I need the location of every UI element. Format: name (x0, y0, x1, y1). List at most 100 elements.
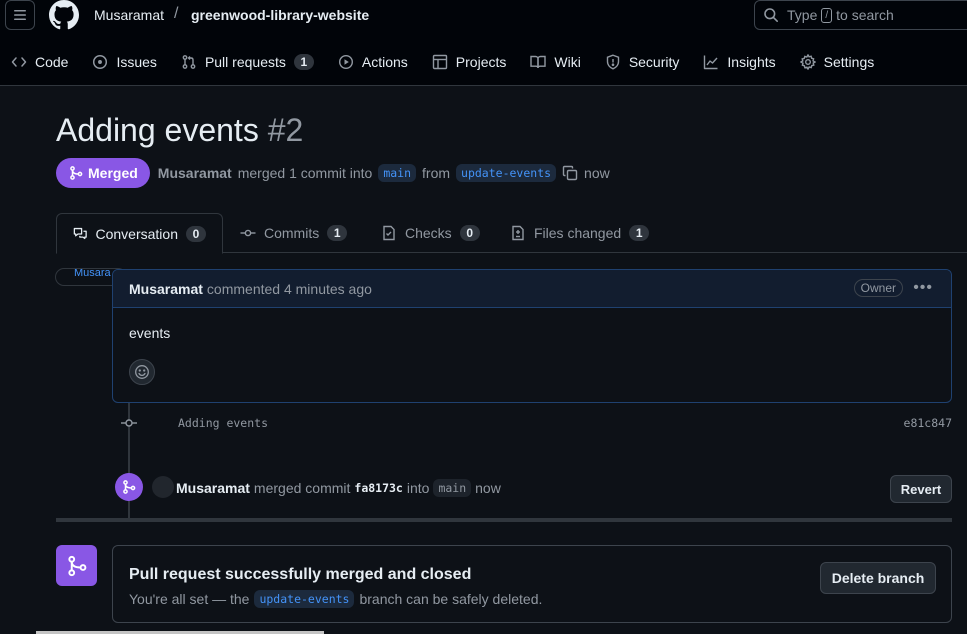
nav-insights[interactable]: Insights (703, 48, 776, 76)
comment-discussion-icon (73, 227, 87, 239)
tab-label: Files changed (534, 225, 622, 241)
avatar-alt-text: Musara (74, 268, 111, 279)
nav-security[interactable]: Security (605, 48, 680, 76)
git-merge-icon (67, 555, 86, 576)
kebab-menu-icon[interactable]: ••• (913, 279, 933, 297)
tab-label: Checks (405, 225, 452, 241)
nav-label: Code (35, 54, 69, 70)
menu-button[interactable] (5, 0, 35, 30)
merged-status-badge: Merged (56, 158, 150, 188)
comment-body: events (129, 325, 171, 341)
tab-count: 0 (186, 225, 206, 242)
comment-author-link[interactable]: Musaramat (129, 281, 203, 297)
merged-label: Merged (88, 165, 138, 181)
merged-head-branch[interactable]: update-events (254, 590, 355, 608)
owner-badge: Owner (853, 279, 903, 297)
issue-icon (93, 54, 108, 70)
smiley-icon (135, 365, 149, 379)
app-header: Musaramat / greenwood-library-website Ty… (0, 0, 967, 86)
nav-actions[interactable]: Actions (338, 48, 408, 76)
revert-button[interactable]: Revert (890, 475, 952, 503)
git-merge-icon (70, 166, 83, 180)
meta-from-text: from (422, 165, 451, 181)
tab-label: Conversation (95, 225, 179, 242)
merge-text-1: merged commit (253, 480, 351, 496)
nav-label: Security (628, 54, 680, 70)
graph-icon (704, 55, 718, 70)
book-icon (530, 55, 547, 69)
github-logo-icon[interactable] (49, 0, 79, 30)
copy-icon[interactable] (562, 165, 578, 181)
commit-sha-link[interactable]: e81c847 (904, 416, 952, 430)
repo-nav: Code Issues Pull requests 1 Actions Proj… (0, 48, 874, 76)
avatar[interactable] (152, 476, 174, 498)
code-icon (11, 57, 27, 67)
merge-time: now (475, 480, 501, 496)
merged-state-icon-box (56, 545, 97, 586)
commit-icon (121, 419, 137, 427)
merged-desc-prefix: You're all set — the (129, 591, 250, 607)
comment-action[interactable]: commented 4 minutes ago (207, 281, 372, 297)
nav-code[interactable]: Code (11, 48, 68, 76)
table-icon (432, 54, 447, 70)
delete-branch-button[interactable]: Delete branch (820, 562, 936, 594)
play-icon (338, 54, 353, 70)
nav-label: Wiki (554, 54, 581, 70)
pr-meta: Musaramat merged 1 commit into main from… (158, 164, 610, 182)
commit-message-link[interactable]: Adding events (178, 416, 268, 430)
commit-icon (240, 229, 256, 237)
commit-row: Adding events e81c847 (112, 412, 952, 434)
search-suffix: to search (836, 7, 894, 23)
base-branch[interactable]: main (378, 164, 417, 182)
merged-desc-suffix: branch can be safely deleted. (359, 591, 543, 607)
tab-count: 1 (327, 225, 348, 241)
tab-checks[interactable]: Checks 0 (365, 213, 496, 253)
merged-title: Pull request successfully merged and clo… (129, 566, 472, 583)
nav-label: Settings (823, 54, 875, 70)
pr-time: now (584, 165, 610, 181)
path-separator: / (174, 5, 179, 22)
nav-label: Pull requests (204, 54, 286, 70)
search-prefix: Type (787, 7, 818, 23)
nav-label: Insights (727, 54, 776, 70)
pr-author-link[interactable]: Musaramat (158, 165, 232, 181)
meta-merged-text: merged 1 commit into (237, 165, 373, 181)
nav-label: Actions (361, 54, 408, 70)
tab-conversation[interactable]: Conversation 0 (56, 213, 223, 254)
nav-pull-requests[interactable]: Pull requests 1 (181, 48, 314, 76)
search-shortcut-key: / (821, 7, 833, 23)
merged-description: You're all set — the update-events branc… (129, 590, 542, 608)
pr-number: #2 (267, 112, 304, 148)
tab-count: 1 (629, 225, 650, 241)
merge-author-link[interactable]: Musaramat (176, 480, 250, 496)
tab-count: 0 (459, 225, 480, 241)
gear-icon (799, 54, 816, 70)
repo-owner-link[interactable]: Musaramat (94, 7, 164, 23)
nav-settings[interactable]: Settings (799, 48, 875, 76)
file-diff-icon (512, 225, 524, 241)
pr-title: Adding events (56, 112, 259, 148)
pr-state-row: Merged Musaramat merged 1 commit into ma… (56, 158, 610, 188)
merge-event-badge (115, 473, 143, 501)
add-reaction-button[interactable] (129, 359, 155, 385)
pull-request-icon (182, 55, 196, 69)
merge-commit-sha-link[interactable]: fa8173c (354, 481, 402, 495)
repo-name-link[interactable]: greenwood-library-website (191, 7, 369, 23)
search-icon (764, 8, 778, 22)
search-input[interactable]: Type / to search (754, 0, 967, 30)
comment-box: Musaramat commented 4 minutes ago Owner … (112, 269, 952, 403)
nav-projects[interactable]: Projects (432, 48, 506, 76)
pull-requests-count: 1 (293, 54, 314, 70)
merge-event: Musaramat merged commit fa8173c into mai… (112, 470, 952, 504)
tab-files-changed[interactable]: Files changed 1 (494, 213, 665, 253)
merge-base-branch[interactable]: main (433, 479, 472, 497)
tab-commits[interactable]: Commits 1 (224, 213, 363, 253)
shield-icon (606, 54, 620, 70)
head-branch[interactable]: update-events (456, 164, 557, 182)
git-merge-icon (123, 480, 136, 494)
merge-text-2: into (406, 480, 430, 496)
tab-label: Commits (264, 225, 320, 241)
nav-label: Issues (116, 54, 157, 70)
nav-issues[interactable]: Issues (92, 48, 157, 76)
nav-wiki[interactable]: Wiki (530, 48, 581, 76)
